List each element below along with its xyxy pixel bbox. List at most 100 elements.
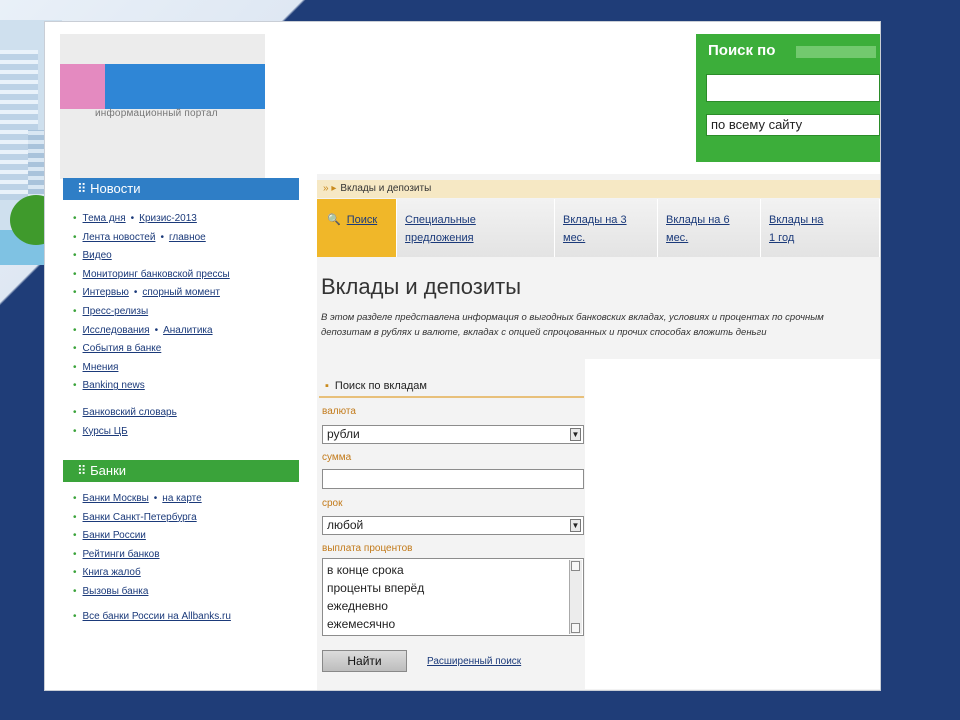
list-item: Исследования•Аналитика xyxy=(73,322,230,341)
term-value: любой xyxy=(327,518,364,532)
tab-label-2: мес. xyxy=(666,232,689,244)
search-input[interactable] xyxy=(706,74,880,102)
website-screenshot: информационный портал Поиск по по всему … xyxy=(45,22,880,690)
banks-link[interactable]: Рейтинги банков xyxy=(83,549,160,560)
logo-banner[interactable] xyxy=(105,64,265,109)
list-item: Интервью•спорный момент xyxy=(73,284,230,303)
tab-1-year[interactable]: Вклады на 1 год xyxy=(761,199,880,257)
breadcrumb-label[interactable]: Вклады и депозиты xyxy=(340,183,431,194)
site-search-box: Поиск по по всему сайту xyxy=(696,34,880,162)
news-link[interactable]: Интервью xyxy=(83,287,129,298)
banks-link[interactable]: Банки России xyxy=(83,530,146,541)
find-button[interactable]: Найти xyxy=(322,650,407,672)
tab-special-offers[interactable]: Специальные предложения xyxy=(397,199,555,257)
news-section-header[interactable]: ⠿ Новости xyxy=(63,178,299,200)
news-link[interactable]: Аналитика xyxy=(163,325,213,336)
tab-label: Вклады на 6 xyxy=(666,214,730,226)
deposit-search-heading-label: Поиск по вкладам xyxy=(334,380,427,392)
tab-label: Вклады на xyxy=(769,214,824,226)
banks-header-icon: ⠿ xyxy=(77,463,91,478)
list-item: События в банке xyxy=(73,340,230,359)
term-select[interactable]: любой ▼ xyxy=(322,516,584,535)
deposit-tabs: 🔍 Поиск Специальные предложения Вклады на … xyxy=(317,199,880,257)
news-link[interactable]: События в банке xyxy=(83,343,162,354)
term-label: срок xyxy=(322,498,343,509)
news-link[interactable]: Пресс-релизы xyxy=(83,306,149,317)
logo-tagline: информационный портал xyxy=(95,108,218,119)
tab-3-months[interactable]: Вклады на 3 мес. xyxy=(555,199,658,257)
banks-link[interactable]: Банки Москвы xyxy=(83,493,149,504)
amount-field[interactable] xyxy=(322,469,584,489)
list-item: Пресс-релизы xyxy=(73,303,230,322)
page-title: Вклады и депозиты xyxy=(321,274,522,299)
list-item[interactable]: проценты вперёд xyxy=(327,579,579,597)
list-item: Банки России xyxy=(73,527,231,546)
list-item: Banking news xyxy=(73,377,230,396)
news-link[interactable]: Тема дня xyxy=(83,213,126,224)
logo-mark[interactable] xyxy=(60,64,105,109)
section-icon: ▪ xyxy=(325,380,329,392)
search-title: Поиск по xyxy=(708,42,776,59)
list-item: Все банки России на Allbanks.ru xyxy=(73,608,231,627)
news-links-list: Тема дня•Кризис-2013 Лента новостей•глав… xyxy=(73,210,230,441)
list-item: Лента новостей•главное xyxy=(73,229,230,248)
news-link[interactable]: главное xyxy=(169,232,206,243)
news-link[interactable]: Мониторинг банковской прессы xyxy=(83,269,230,280)
deposit-search-heading: ▪ Поиск по вкладам xyxy=(319,374,584,398)
news-link[interactable]: Лента новостей xyxy=(83,232,156,243)
page-intro: В этом разделе представлена информация о… xyxy=(321,312,824,338)
scroll-up-icon[interactable] xyxy=(571,561,580,571)
search-scope-select[interactable]: по всему сайту xyxy=(706,114,880,136)
news-link[interactable]: Мнения xyxy=(83,362,119,373)
list-item: Банки Москвы•на карте xyxy=(73,490,231,509)
list-item[interactable]: в конце срока xyxy=(327,561,579,579)
tab-label: Специальные xyxy=(405,214,476,226)
list-item[interactable]: ежедневно xyxy=(327,597,579,615)
banks-link[interactable]: Все банки России на Allbanks.ru xyxy=(83,611,231,622)
tab-6-months[interactable]: Вклады на 6 мес. xyxy=(658,199,761,257)
currency-label: валюта xyxy=(322,406,356,417)
news-header-icon: ⠿ xyxy=(77,181,91,196)
banks-section-header[interactable]: ⠿ Банки xyxy=(63,460,299,482)
list-item: Мнения xyxy=(73,359,230,378)
chevron-down-icon[interactable]: ▼ xyxy=(570,428,581,441)
amount-label: сумма xyxy=(322,452,352,463)
news-link[interactable]: Курсы ЦБ xyxy=(83,426,128,437)
list-item: Курсы ЦБ xyxy=(73,423,230,442)
payout-listbox[interactable]: в конце срока проценты вперёд ежедневно … xyxy=(322,558,584,636)
search-logo-blur xyxy=(796,46,876,58)
banks-link[interactable]: Вызовы банка xyxy=(83,586,149,597)
list-item: Рейтинги банков xyxy=(73,546,231,565)
news-link[interactable]: Banking news xyxy=(83,380,145,391)
banks-link[interactable]: Книга жалоб xyxy=(83,567,141,578)
banks-links-list: Банки Москвы•на карте Банки Санкт-Петерб… xyxy=(73,490,231,626)
list-item: Книга жалоб xyxy=(73,564,231,583)
news-link[interactable]: Исследования xyxy=(83,325,150,336)
tab-label-2: мес. xyxy=(563,232,586,244)
scroll-down-icon[interactable] xyxy=(571,623,580,633)
advanced-search-link[interactable]: Расширенный поиск xyxy=(427,656,521,667)
news-link[interactable]: Кризис-2013 xyxy=(139,213,197,224)
news-link[interactable]: спорный момент xyxy=(142,287,220,298)
payout-label: выплата процентов xyxy=(322,543,413,554)
currency-value: рубли xyxy=(327,427,360,441)
breadcrumb: » ▸ Вклады и депозиты xyxy=(317,180,880,198)
news-link[interactable]: Видео xyxy=(83,250,112,261)
banks-header-label: Банки xyxy=(90,463,127,478)
tab-label-2: 1 год xyxy=(769,232,795,244)
chevron-down-icon[interactable]: ▼ xyxy=(570,519,581,532)
news-link[interactable]: Банковский словарь xyxy=(83,407,177,418)
banks-link[interactable]: Банки Санкт-Петербурга xyxy=(83,512,197,523)
tab-label: Поиск xyxy=(346,214,378,226)
currency-select[interactable]: рубли ▼ xyxy=(322,425,584,444)
list-item: Мониторинг банковской прессы xyxy=(73,266,230,285)
news-header-label: Новости xyxy=(90,181,141,196)
list-item: Вызовы банка xyxy=(73,583,231,602)
tab-search[interactable]: 🔍 Поиск xyxy=(317,199,397,257)
search-icon: 🔍 xyxy=(327,214,341,226)
list-item[interactable]: ежемесячно xyxy=(327,615,579,633)
list-item: Видео xyxy=(73,247,230,266)
list-item: Тема дня•Кризис-2013 xyxy=(73,210,230,229)
banks-link[interactable]: на карте xyxy=(162,493,201,504)
listbox-scrollbar[interactable] xyxy=(569,560,582,634)
